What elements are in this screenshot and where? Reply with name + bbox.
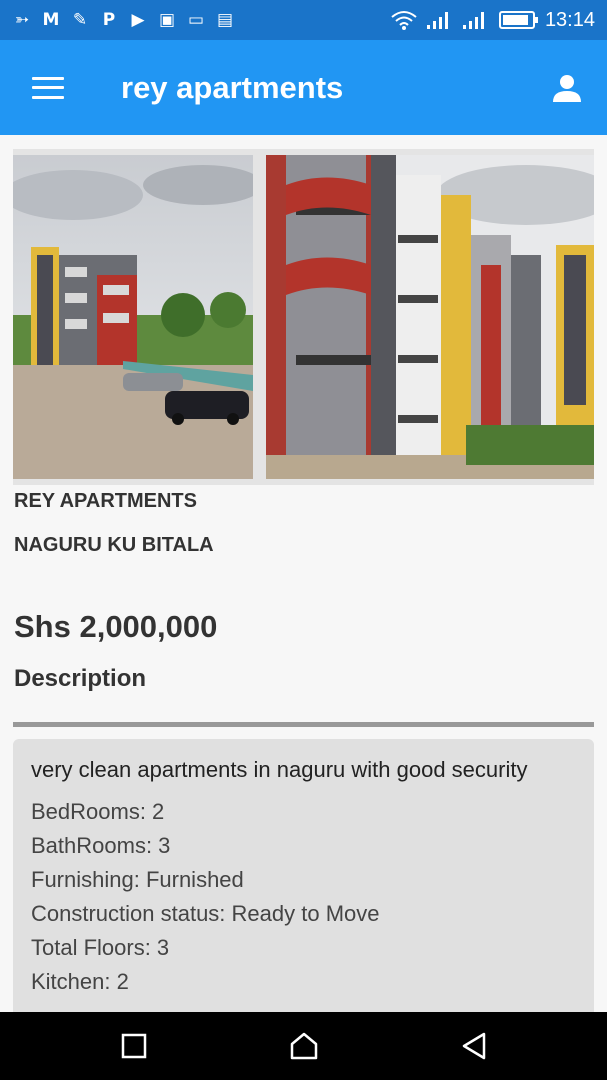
description-text: very clean apartments in naguru with goo…	[31, 757, 528, 782]
app-title: rey apartments	[121, 69, 344, 105]
laptop-icon: ▭	[187, 10, 205, 30]
back-icon	[462, 1032, 485, 1060]
feature-bathrooms: BathRooms: 3	[31, 833, 171, 858]
bird-app-icon: ➳	[14, 10, 30, 30]
listing-name: REY APARTMENTS	[14, 490, 197, 512]
app-bar: rey apartments	[0, 40, 607, 135]
feature-total-floors: Total Floors: 3	[31, 935, 170, 960]
clock: 13:14	[544, 8, 595, 31]
battery-icon	[498, 11, 538, 29]
pen-app-icon: ✎	[72, 10, 88, 30]
divider	[13, 722, 594, 727]
notification-icons: ➳ M ✎ P ▶ ▣ ▭ ▤	[12, 10, 235, 30]
apartment-photo[interactable]	[266, 155, 594, 479]
home-button[interactable]	[219, 1012, 389, 1080]
apartment-photo[interactable]	[13, 155, 253, 479]
p-app-icon: P	[102, 10, 116, 30]
gallery-icon: ▣	[158, 10, 176, 30]
profile-button[interactable]	[527, 40, 607, 135]
listing-price: Shs 2,000,000	[14, 609, 218, 644]
signal-icon	[426, 12, 448, 29]
feature-kitchen: Kitchen: 2	[31, 969, 129, 994]
home-icon	[290, 1032, 317, 1060]
system-nav-bar	[0, 1012, 607, 1080]
image-gallery[interactable]	[13, 149, 594, 485]
hamburger-menu-icon	[31, 76, 64, 99]
feature-furnishing: Furnishing: Furnished	[31, 867, 244, 892]
youtube-icon: ▶	[131, 10, 145, 30]
signal-icon-2	[462, 12, 484, 29]
feature-bedrooms: BedRooms: 2	[31, 799, 165, 824]
status-bar: ➳ M ✎ P ▶ ▣ ▭ ▤ 13:14	[0, 0, 607, 40]
description-box: very clean apartments in naguru with goo…	[13, 739, 594, 1012]
wifi-icon	[391, 11, 417, 30]
listing-detail: REY APARTMENTS NAGURU KU BITALA Shs 2,00…	[0, 135, 607, 1012]
menu-button[interactable]	[0, 40, 95, 135]
gmail-icon: M	[42, 10, 60, 30]
feature-construction-status: Construction status: Ready to Move	[31, 901, 380, 926]
back-button[interactable]	[389, 1012, 559, 1080]
listing-location: NAGURU KU BITALA	[14, 534, 214, 556]
account-icon	[553, 74, 581, 102]
description-heading: Description	[14, 665, 147, 692]
recents-icon	[121, 1033, 146, 1059]
recents-button[interactable]	[49, 1012, 219, 1080]
news-icon: ▤	[216, 10, 234, 30]
